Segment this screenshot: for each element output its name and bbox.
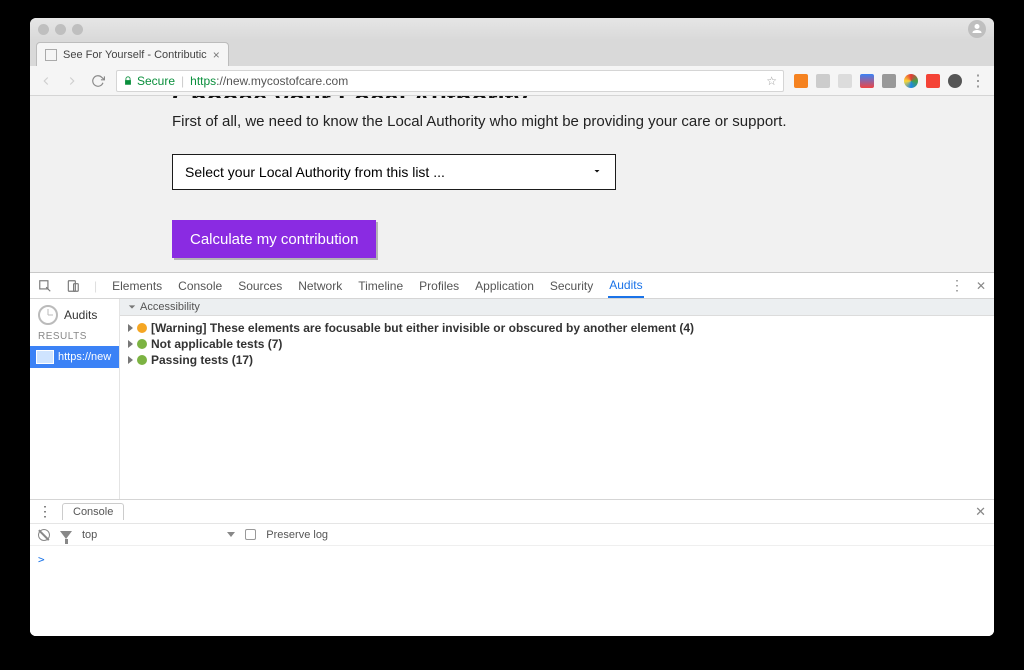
url-text: https://new.mycostofcare.com [190, 74, 760, 88]
tab-security[interactable]: Security [549, 273, 594, 298]
context-label: top [82, 529, 97, 541]
extension-icon[interactable] [794, 74, 808, 88]
chevron-down-icon [227, 532, 235, 537]
minimize-window-icon[interactable] [55, 24, 66, 35]
section-title: Accessibility [140, 301, 200, 313]
devtools-close-icon[interactable]: ✕ [976, 279, 986, 293]
audit-label: [Warning] These elements are focusable b… [151, 321, 694, 335]
secure-label: Secure [137, 74, 175, 88]
profile-avatar-icon[interactable] [968, 20, 986, 38]
extension-icon[interactable] [948, 74, 962, 88]
lock-icon [123, 76, 133, 86]
disclosure-triangle-icon [128, 324, 133, 332]
close-tab-icon[interactable]: × [213, 48, 220, 62]
status-warning-icon [137, 323, 147, 333]
preserve-log-label: Preserve log [266, 529, 328, 541]
page-intro: First of all, we need to know the Local … [172, 112, 852, 132]
extension-icon[interactable] [838, 74, 852, 88]
audit-result-item[interactable]: https://new [30, 346, 119, 368]
address-bar: Secure | https://new.mycostofcare.com ☆ … [30, 66, 994, 96]
zoom-window-icon[interactable] [72, 24, 83, 35]
audit-label: Passing tests (17) [151, 353, 253, 367]
omnibox[interactable]: Secure | https://new.mycostofcare.com ☆ [116, 70, 784, 92]
page-heading: Choose your Local Authority [172, 96, 852, 98]
nav-back-icon[interactable] [38, 73, 54, 89]
window-controls [38, 24, 83, 35]
nav-forward-icon[interactable] [64, 73, 80, 89]
tab-console[interactable]: Console [177, 273, 223, 298]
disclosure-triangle-icon [128, 340, 133, 348]
clear-console-icon[interactable] [38, 529, 50, 541]
calculate-button[interactable]: Calculate my contribution [172, 220, 376, 258]
drawer-tab-console[interactable]: Console [62, 503, 124, 520]
audit-row-pass[interactable]: Passing tests (17) [128, 352, 986, 368]
accessibility-section-header[interactable]: Accessibility [120, 299, 994, 316]
audits-sidebar-header: Audits [30, 299, 119, 331]
tab-audits[interactable]: Audits [608, 273, 643, 298]
preserve-log-checkbox[interactable] [245, 529, 256, 540]
favicon-icon [45, 49, 57, 61]
audits-sidebar: Audits RESULTS https://new [30, 299, 120, 499]
context-dropdown[interactable] [227, 532, 235, 537]
extension-icon[interactable] [816, 74, 830, 88]
tab-sources[interactable]: Sources [237, 273, 283, 298]
extension-icon[interactable] [860, 74, 874, 88]
audit-row-na[interactable]: Not applicable tests (7) [128, 336, 986, 352]
context-selector[interactable]: top [82, 529, 97, 541]
page-viewport: Choose your Local Authority First of all… [30, 96, 994, 272]
clock-icon [38, 305, 58, 325]
devtools-body: Audits RESULTS https://new Accessibility [30, 299, 994, 499]
devtools-menu-icon[interactable]: ⋮ [950, 277, 964, 294]
audit-label: Not applicable tests (7) [151, 337, 282, 351]
filter-icon[interactable] [60, 531, 72, 539]
menu-kebab-icon[interactable]: ⋮ [970, 73, 986, 89]
console-toolbar: top Preserve log [30, 524, 994, 546]
close-window-icon[interactable] [38, 24, 49, 35]
tab-timeline[interactable]: Timeline [357, 273, 404, 298]
audits-results-label: RESULTS [30, 331, 119, 346]
console-drawer: ⋮ Console ✕ top Preserve log > [30, 499, 994, 636]
status-pass-icon [137, 355, 147, 365]
bookmark-star-icon[interactable]: ☆ [766, 74, 777, 88]
caret-down-icon [591, 164, 603, 180]
audits-main: Accessibility [Warning] These elements a… [120, 299, 994, 499]
result-thumbnail-icon [36, 350, 54, 364]
tab-application[interactable]: Application [474, 273, 535, 298]
tab-strip: See For Yourself - Contributic × [30, 40, 994, 66]
select-placeholder: Select your Local Authority from this li… [185, 164, 445, 180]
console-prompt: > [38, 553, 45, 566]
reload-icon[interactable] [90, 73, 106, 89]
audit-row-warning[interactable]: [Warning] These elements are focusable b… [128, 320, 986, 336]
titlebar [30, 18, 994, 40]
extension-icons: ⋮ [794, 73, 986, 89]
device-toolbar-icon[interactable] [66, 279, 80, 293]
devtools-panel: | Elements Console Sources Network Timel… [30, 272, 994, 636]
extension-icon[interactable] [904, 74, 918, 88]
audit-tree: [Warning] These elements are focusable b… [120, 316, 994, 372]
inspect-element-icon[interactable] [38, 279, 52, 293]
audits-title: Audits [64, 308, 97, 322]
drawer-menu-icon[interactable]: ⋮ [38, 503, 52, 520]
browser-tab[interactable]: See For Yourself - Contributic × [36, 42, 229, 66]
console-output[interactable]: > [30, 546, 994, 636]
extension-icon[interactable] [926, 74, 940, 88]
tab-elements[interactable]: Elements [111, 273, 163, 298]
tab-network[interactable]: Network [297, 273, 343, 298]
extension-icon[interactable] [882, 74, 896, 88]
local-authority-select[interactable]: Select your Local Authority from this li… [172, 154, 616, 190]
drawer-close-icon[interactable]: ✕ [975, 504, 986, 520]
drawer-tabs: ⋮ Console ✕ [30, 500, 994, 524]
disclosure-triangle-icon [128, 356, 133, 364]
page-content: Choose your Local Authority First of all… [162, 96, 862, 272]
secure-indicator: Secure [123, 74, 175, 88]
devtools-tabs: | Elements Console Sources Network Timel… [30, 273, 994, 299]
browser-window: See For Yourself - Contributic × Secure … [30, 18, 994, 636]
tab-profiles[interactable]: Profiles [418, 273, 460, 298]
result-url: https://new [58, 351, 111, 363]
tab-title: See For Yourself - Contributic [63, 49, 207, 61]
status-pass-icon [137, 339, 147, 349]
